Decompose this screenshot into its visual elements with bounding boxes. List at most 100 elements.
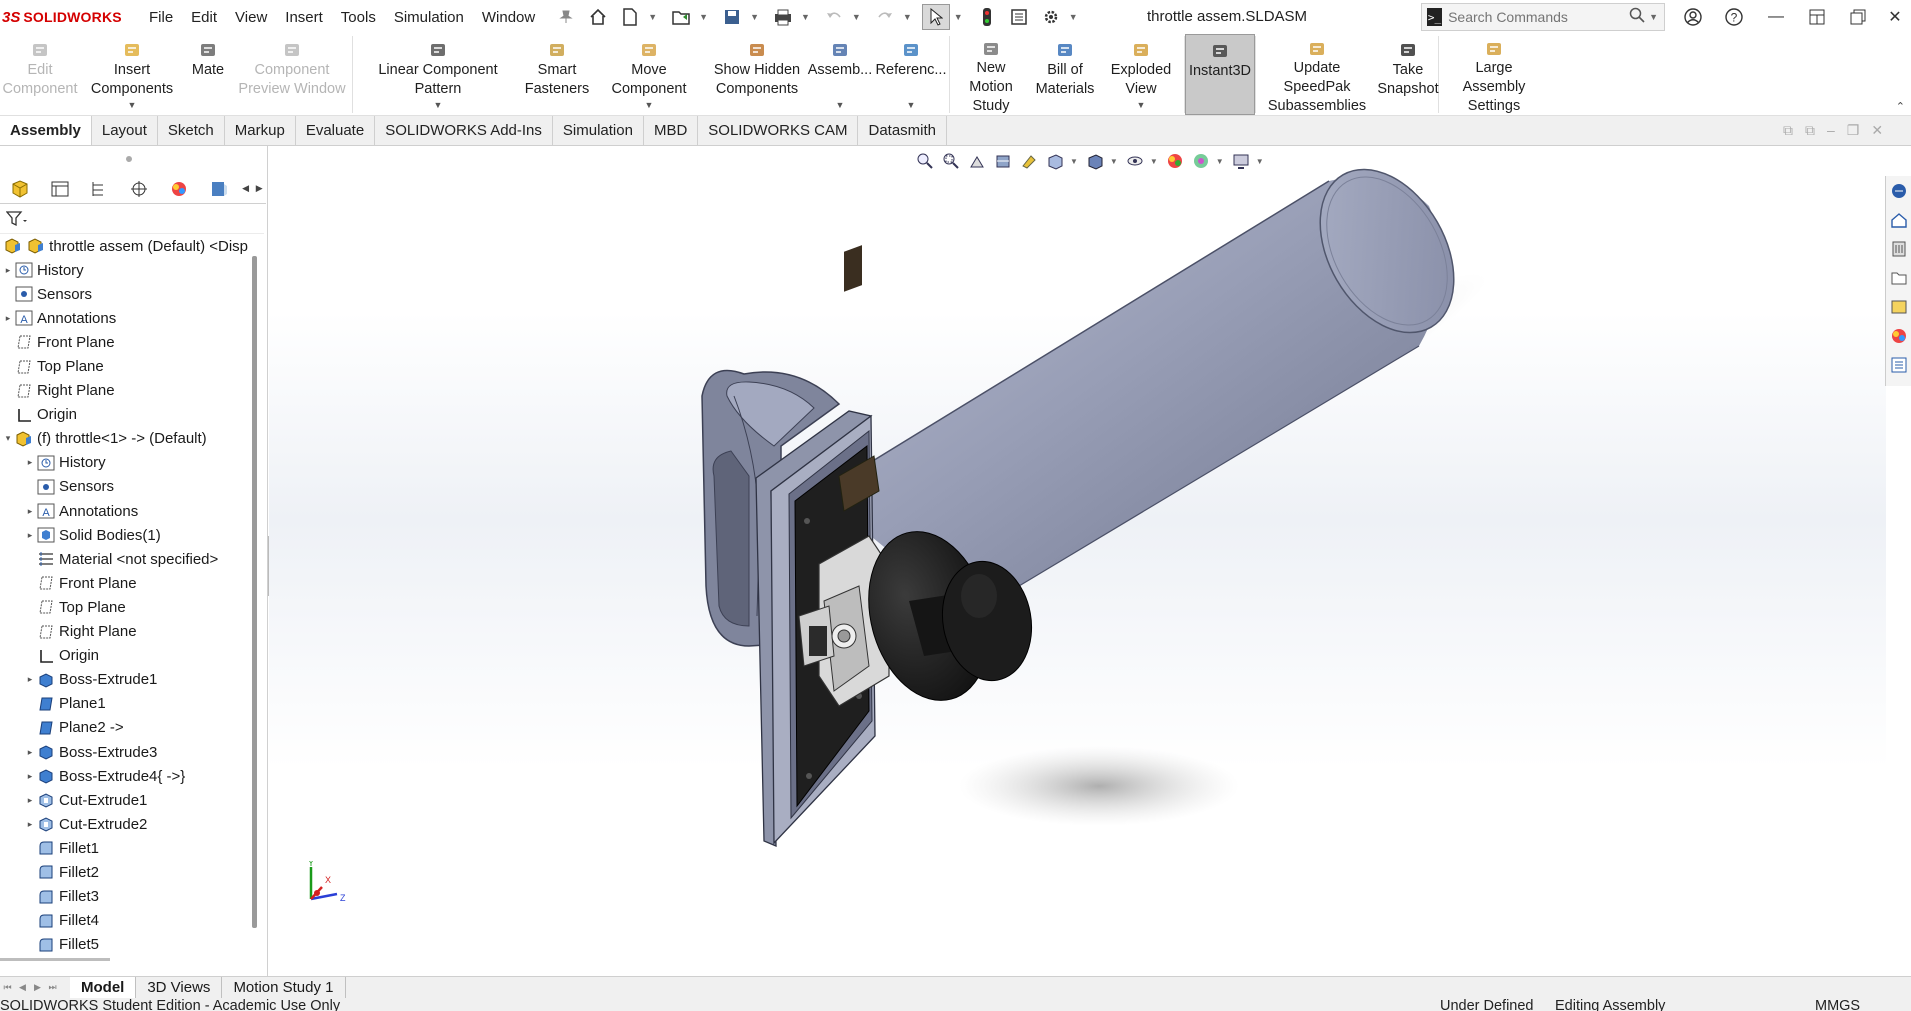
collapse-ribbon-icon[interactable]: ⌃ xyxy=(1896,100,1905,113)
chevron-down-icon[interactable]: ▼ xyxy=(434,96,443,115)
chevron-down-icon[interactable]: ▼ xyxy=(903,12,912,22)
chevron-down-icon[interactable]: ▼ xyxy=(801,12,810,22)
graphics-area[interactable]: ▼ ▼ ▼ ▼ ▼ Y X Z xyxy=(269,146,1886,976)
first-tab-icon[interactable]: ⏮ xyxy=(0,977,15,998)
tile-windows-icon[interactable] xyxy=(1803,5,1831,29)
chevron-down-icon[interactable]: ▼ xyxy=(836,96,845,115)
tree-horizontal-scrollbar[interactable] xyxy=(0,958,110,961)
tab-simulation[interactable]: Simulation xyxy=(553,116,644,145)
snapshot-button[interactable]: Take Snapshot xyxy=(1377,34,1439,115)
custom-properties-icon[interactable] xyxy=(1886,350,1911,379)
tree-node[interactable]: ▸ A Annotations xyxy=(0,306,248,330)
undo-icon[interactable] xyxy=(820,4,848,30)
search-icon[interactable] xyxy=(1629,7,1645,27)
exploded-view-button[interactable]: Exploded View ▼ xyxy=(1098,34,1184,115)
open-icon[interactable] xyxy=(667,4,695,30)
gear-icon[interactable] xyxy=(1037,4,1065,30)
display-manager-tab-icon[interactable] xyxy=(159,175,199,203)
tree-node[interactable]: Front Plane xyxy=(0,571,248,595)
file-explorer-icon[interactable] xyxy=(1886,263,1911,292)
tab-assembly[interactable]: Assembly xyxy=(0,116,92,145)
chevron-right-icon[interactable]: ▸ xyxy=(24,771,36,782)
file-properties-icon[interactable] xyxy=(1005,4,1033,30)
tree-node[interactable]: ▸ Boss-Extrude3 xyxy=(0,740,248,764)
tree-node[interactable]: Top Plane xyxy=(0,354,248,378)
tree-node[interactable]: Plane2 -> xyxy=(0,716,248,740)
tree-filter[interactable] xyxy=(0,204,264,234)
tab-datasmith[interactable]: Datasmith xyxy=(858,116,948,145)
chevron-down-icon[interactable]: ▼ xyxy=(1069,12,1078,22)
tab-model[interactable]: Model xyxy=(70,977,137,998)
tree-node[interactable]: ▸ History xyxy=(0,258,248,282)
close-icon[interactable]: ✕ xyxy=(1871,122,1883,139)
menu-tools[interactable]: Tools xyxy=(332,9,385,26)
tab-3d-views[interactable]: 3D Views xyxy=(136,977,223,998)
help-icon[interactable]: ? xyxy=(1720,5,1748,29)
menu-edit[interactable]: Edit xyxy=(182,9,226,26)
tree-node[interactable]: ▸ History xyxy=(0,451,248,475)
linear-pattern-button[interactable]: Linear Component Pattern ▼ xyxy=(353,34,523,115)
tree-node[interactable]: Fillet4 xyxy=(0,909,248,933)
tab-scroll-right-icon[interactable]: ▶ xyxy=(252,175,266,203)
tree-node[interactable]: Right Plane xyxy=(0,379,248,403)
motion-study-button[interactable]: New Motion Study xyxy=(950,34,1032,115)
tab-sketch[interactable]: Sketch xyxy=(158,116,225,145)
status-units[interactable]: MMGS xyxy=(1815,999,1860,1011)
print-icon[interactable] xyxy=(769,4,797,30)
insert-components-button[interactable]: Insert Components ▼ xyxy=(80,34,184,115)
chevron-right-icon[interactable]: ▸ xyxy=(2,313,14,324)
tree-node[interactable]: ▾ (f) throttle<1> -> (Default) xyxy=(0,427,248,451)
user-account-icon[interactable] xyxy=(1679,5,1707,29)
chevron-right-icon[interactable]: ▸ xyxy=(24,457,36,468)
tree-node[interactable]: Fillet2 xyxy=(0,860,248,884)
chevron-down-icon[interactable]: ▼ xyxy=(907,96,916,115)
chevron-down-icon[interactable]: ▼ xyxy=(852,12,861,22)
view-palette-icon[interactable] xyxy=(1886,292,1911,321)
tab-scroll-left-icon[interactable]: ◀ xyxy=(239,175,253,203)
chevron-right-icon[interactable]: ▸ xyxy=(24,819,36,830)
chevron-right-icon[interactable]: ▸ xyxy=(24,506,36,517)
tab-markup[interactable]: Markup xyxy=(225,116,296,145)
chevron-down-icon[interactable]: ▼ xyxy=(128,96,137,115)
bom-button[interactable]: Bill of Materials xyxy=(1032,34,1098,115)
previous-tab-icon[interactable]: ◀ xyxy=(15,977,30,998)
menu-simulation[interactable]: Simulation xyxy=(385,9,473,26)
pane-split-icon[interactable]: ⧉ xyxy=(1805,122,1815,139)
chevron-right-icon[interactable]: ▸ xyxy=(2,265,14,276)
edit-component-button[interactable]: Edit Component xyxy=(0,34,80,115)
tree-node[interactable]: Plane1 xyxy=(0,692,248,716)
cam-tab-icon[interactable] xyxy=(199,175,239,203)
smart-fasteners-button[interactable]: Smart Fasteners xyxy=(523,34,591,115)
rebuild-traffic-light-icon[interactable] xyxy=(973,4,1001,30)
filter-icon[interactable] xyxy=(6,210,28,228)
chevron-down-icon[interactable]: ▾ xyxy=(2,433,14,444)
chevron-down-icon[interactable]: ▼ xyxy=(648,12,657,22)
chevron-down-icon[interactable]: ▼ xyxy=(954,12,963,22)
menu-insert[interactable]: Insert xyxy=(276,9,332,26)
tab-motion-study-1[interactable]: Motion Study 1 xyxy=(222,977,346,998)
pane-split-icon[interactable]: ⧉ xyxy=(1783,122,1793,139)
solidworks-resources-icon[interactable] xyxy=(1886,176,1911,205)
speedpak-button[interactable]: Update SpeedPak Subassemblies xyxy=(1256,34,1378,115)
new-document-icon[interactable] xyxy=(616,4,644,30)
design-library-icon[interactable] xyxy=(1886,234,1911,263)
redo-icon[interactable] xyxy=(871,4,899,30)
minimize-icon[interactable]: — xyxy=(1762,5,1790,29)
chevron-down-icon[interactable]: ▼ xyxy=(699,12,708,22)
status-mode[interactable]: Editing Assembly xyxy=(1555,999,1665,1011)
search-commands[interactable]: >_ ▼ xyxy=(1421,3,1665,31)
tree-node[interactable]: ▸ Boss-Extrude1 xyxy=(0,668,248,692)
configuration-manager-tab-icon[interactable] xyxy=(80,175,120,203)
tree-node[interactable]: ▸ A Annotations xyxy=(0,499,248,523)
chevron-down-icon[interactable]: ▼ xyxy=(645,96,654,115)
tree-node[interactable]: ▸ Boss-Extrude4{ ->} xyxy=(0,764,248,788)
tree-node[interactable]: Fillet3 xyxy=(0,885,248,909)
restore-icon[interactable] xyxy=(1844,5,1872,29)
tree-node[interactable]: Fillet1 xyxy=(0,836,248,860)
tree-node[interactable]: ▸ Cut-Extrude1 xyxy=(0,788,248,812)
chevron-right-icon[interactable]: ▸ xyxy=(24,747,36,758)
tree-node[interactable]: Sensors xyxy=(0,282,248,306)
tree-scrollbar[interactable] xyxy=(252,256,257,928)
select-cursor-icon[interactable] xyxy=(921,4,950,30)
component-preview-button[interactable]: Component Preview Window xyxy=(232,34,352,115)
